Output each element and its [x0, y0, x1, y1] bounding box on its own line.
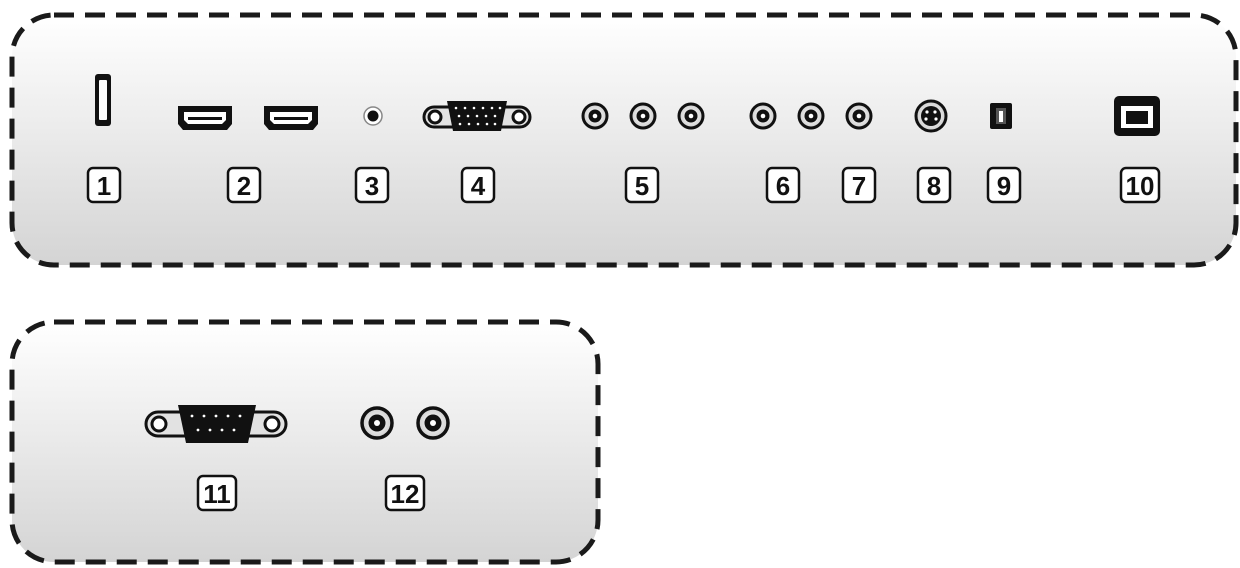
connector-number: 1 [97, 171, 111, 201]
hdmi-port-icon [178, 106, 232, 130]
audio-jack-icon [363, 106, 383, 126]
secondary-panel [9, 319, 601, 565]
composite-rca-port-icon [749, 102, 777, 130]
label-box: 5 [624, 166, 660, 204]
optical-audio-port-icon [990, 103, 1012, 129]
label-box: 6 [765, 166, 801, 204]
connector-number: 10 [1126, 171, 1155, 201]
label-box: 11 [196, 474, 238, 512]
s-video-port-icon [914, 99, 948, 133]
connector-number: 2 [237, 171, 251, 201]
label-box: 12 [384, 474, 426, 512]
usb-b-port-icon [1114, 96, 1160, 136]
rs232-serial-port-icon [144, 405, 288, 443]
usb-a-port-icon [95, 74, 111, 126]
connector-number: 9 [997, 171, 1011, 201]
connector-diagram: 1 2 3 4 5 6 7 8 9 10 11 12 [9, 12, 1239, 565]
connector-number: 7 [852, 171, 866, 201]
connector-number: 4 [471, 171, 486, 201]
connector-number: 8 [927, 171, 941, 201]
connector-number: 12 [391, 479, 420, 509]
connector-number: 3 [365, 171, 379, 201]
label-box: 7 [841, 166, 877, 204]
main-panel [9, 12, 1239, 268]
connector-number: 5 [635, 171, 649, 201]
label-box: 2 [226, 166, 262, 204]
vga-port-icon [422, 101, 532, 131]
label-box: 10 [1119, 166, 1161, 204]
component-rca-port-icon [581, 102, 705, 130]
label-box: 3 [354, 166, 390, 204]
hdmi-port-icon [264, 106, 318, 130]
label-box: 1 [86, 166, 122, 204]
label-box: 4 [460, 166, 496, 204]
connector-number: 6 [776, 171, 790, 201]
connector-number: 11 [203, 479, 231, 509]
label-box: 9 [986, 166, 1022, 204]
label-box: 8 [916, 166, 952, 204]
